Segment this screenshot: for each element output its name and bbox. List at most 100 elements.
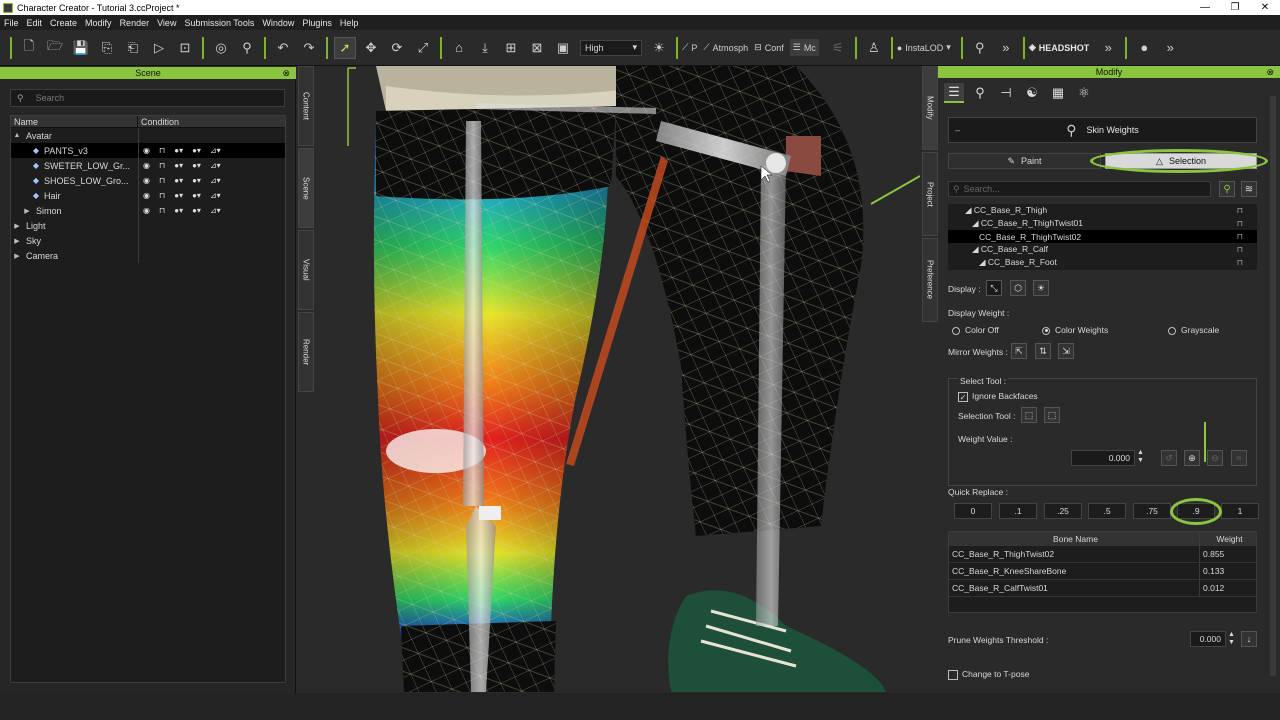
- prune-apply-icon[interactable]: ↓: [1241, 631, 1257, 647]
- shading-icon[interactable]: ●▾: [174, 191, 183, 200]
- scene-tree-row[interactable]: ◆ SWETER_LOW_Gr... ◉ ⊓ ●▾ ●▾ ⊿▾: [11, 158, 285, 173]
- move-icon[interactable]: ✥: [360, 37, 382, 59]
- scene-tree-row[interactable]: ◆ PANTS_v3 ◉ ⊓ ●▾ ●▾ ⊿▾: [11, 143, 285, 158]
- toolbar-p-button[interactable]: ⟋ P: [682, 42, 697, 53]
- physics-icon[interactable]: ⚛: [1074, 83, 1094, 103]
- mirror-left-icon[interactable]: ⇱: [1011, 343, 1027, 359]
- quick-replace-0[interactable]: 0: [954, 503, 992, 519]
- light-icon[interactable]: ●▾: [192, 206, 201, 215]
- menu-window[interactable]: Window: [258, 18, 298, 28]
- scene-tree-row[interactable]: ◆ Hair ◉ ⊓ ●▾ ●▾ ⊿▾: [11, 188, 285, 203]
- prune-threshold-input[interactable]: 0.000: [1190, 631, 1226, 647]
- close-icon[interactable]: ⊗: [1266, 67, 1274, 78]
- add-weight-icon[interactable]: ⊕: [1184, 450, 1200, 466]
- menu-plugins[interactable]: Plugins: [298, 18, 336, 28]
- scale-icon[interactable]: ⤢: [412, 37, 434, 59]
- close-button[interactable]: ✕: [1250, 2, 1280, 13]
- weight-value-stepper[interactable]: ▲ ▼: [1137, 449, 1144, 465]
- bone-name-column-header[interactable]: Bone Name: [949, 532, 1200, 546]
- menu-view[interactable]: View: [153, 18, 180, 28]
- lock-icon[interactable]: ⊓: [1237, 219, 1243, 228]
- rotate-icon[interactable]: ⟳: [386, 37, 408, 59]
- checker-icon[interactable]: ▦: [1048, 83, 1068, 103]
- weight-column-header[interactable]: Weight: [1200, 532, 1256, 546]
- display-mesh-icon[interactable]: ⬡: [1010, 280, 1026, 296]
- bone-tree-row[interactable]: ◢ CC_Base_R_Calf ⊓: [948, 243, 1257, 256]
- tab-modify[interactable]: Modify: [922, 66, 938, 150]
- scene-tree-row[interactable]: ▶ Simon ◉ ⊓ ●▾ ●▾ ⊿▾: [11, 203, 285, 218]
- weight-table-row[interactable]: CC_Base_R_KneeShareBone 0.133: [949, 563, 1256, 580]
- open-folder-icon[interactable]: 🗁: [44, 37, 66, 59]
- object-icon[interactable]: ◆: [31, 146, 41, 155]
- expand-arrow-icon[interactable]: ▲: [11, 132, 23, 139]
- tab-visual[interactable]: Visual: [298, 230, 314, 310]
- scene-search-input[interactable]: ⚲ Search: [10, 89, 285, 107]
- mirror-center-icon[interactable]: ⇅: [1035, 343, 1051, 359]
- bone-tree-row[interactable]: ◢ CC_Base_R_Thigh ⊓: [948, 204, 1257, 217]
- tab-render[interactable]: Render: [298, 312, 314, 392]
- tab-project[interactable]: Project: [922, 152, 938, 236]
- zoom-extent-icon[interactable]: ⊠: [526, 37, 548, 59]
- conf-button[interactable]: ⊟ Conf: [754, 42, 784, 53]
- character-icon[interactable]: ♙: [863, 37, 885, 59]
- lock-icon[interactable]: ⊓: [159, 176, 165, 185]
- shading-icon[interactable]: ●▾: [174, 176, 183, 185]
- scene-tree-row[interactable]: ◆ SHOES_LOW_Gro... ◉ ⊓ ●▾ ●▾ ⊿▾: [11, 173, 285, 188]
- light-icon[interactable]: ●▾: [192, 176, 201, 185]
- expand-arrow-icon[interactable]: ▶: [11, 237, 23, 245]
- shading-icon[interactable]: ●▾: [174, 146, 183, 155]
- mirror-right-icon[interactable]: ⇲: [1058, 343, 1074, 359]
- modify-toolbar-button[interactable]: ☰ Mc: [789, 39, 819, 56]
- expand-arrow-icon[interactable]: ▶: [11, 222, 23, 230]
- light-icon[interactable]: ●▾: [192, 161, 201, 170]
- scene-tree-row[interactable]: ▶ Light: [11, 218, 285, 233]
- menu-create[interactable]: Create: [46, 18, 81, 28]
- atmosphere-button[interactable]: ⟋ Atmosph: [703, 42, 748, 53]
- lock-icon[interactable]: ⊓: [1237, 258, 1243, 267]
- lock-icon[interactable]: ⊓: [159, 206, 165, 215]
- library-icon[interactable]: ◎: [210, 37, 232, 59]
- quick-replace-025[interactable]: .25: [1044, 503, 1082, 519]
- undo-icon[interactable]: ↶: [272, 37, 294, 59]
- edit-icon[interactable]: ⊿▾: [210, 206, 221, 215]
- quick-replace-075[interactable]: .75: [1133, 503, 1171, 519]
- select-arrow-icon[interactable]: ➚: [334, 36, 356, 59]
- scene-tree-row[interactable]: ▲ Avatar: [11, 128, 285, 143]
- quick-replace-05[interactable]: .5: [1088, 503, 1126, 519]
- 3d-viewport[interactable]: [316, 66, 920, 692]
- edit-icon[interactable]: ⊿▾: [210, 161, 221, 170]
- minimize-button[interactable]: —: [1190, 2, 1220, 13]
- bone-tree-row[interactable]: ◢ CC_Base_R_ThighTwist01 ⊓: [948, 217, 1257, 230]
- collapse-icon[interactable]: –: [955, 125, 960, 135]
- edit-icon[interactable]: ⊿▾: [210, 191, 221, 200]
- expand-arrow-icon[interactable]: ▶: [11, 252, 23, 260]
- drop-to-floor-icon[interactable]: ⤓: [474, 37, 496, 59]
- sun-icon[interactable]: ☀: [648, 37, 670, 59]
- transfer-icon[interactable]: ⚲: [969, 37, 991, 59]
- edit-icon[interactable]: ⊿▾: [210, 146, 221, 155]
- lasso-select-icon[interactable]: ⬚: [1044, 407, 1060, 423]
- bone-icon[interactable]: ⊣: [996, 83, 1016, 103]
- lock-icon[interactable]: ⊓: [159, 146, 165, 155]
- bone-search-input[interactable]: ⚲ Search...: [948, 181, 1211, 197]
- figure-icon[interactable]: ⚲: [236, 37, 258, 59]
- color-weights-radio[interactable]: Color Weights: [1042, 325, 1108, 335]
- shading-icon[interactable]: ●▾: [174, 161, 183, 170]
- grayscale-radio[interactable]: Grayscale: [1168, 325, 1219, 335]
- skin-weights-section-bar[interactable]: – ⚲ Skin Weights: [948, 117, 1257, 143]
- headshot-button[interactable]: ◈ HEADSHOT: [1029, 42, 1089, 53]
- scrollbar-thumb[interactable]: [1270, 96, 1276, 676]
- tab-scene[interactable]: Scene: [298, 148, 314, 228]
- lock-icon[interactable]: ⊓: [1237, 206, 1243, 215]
- bone-tree-row[interactable]: CC_Base_R_ThighTwist02 ⊓: [948, 230, 1257, 243]
- bone-tree-row[interactable]: ◢ CC_Base_R_Foot ⊓: [948, 256, 1257, 269]
- weight-table-row[interactable]: CC_Base_R_ThighTwist02 0.855: [949, 546, 1256, 563]
- more-icon[interactable]: »: [1097, 37, 1119, 59]
- eye-icon[interactable]: ◉: [143, 206, 150, 215]
- frame-icon[interactable]: ⊞: [500, 37, 522, 59]
- new-file-icon[interactable]: 🗋: [18, 37, 40, 59]
- eye-icon[interactable]: ◉: [143, 191, 150, 200]
- lock-icon[interactable]: ⊓: [1237, 232, 1243, 241]
- reset-weight-icon[interactable]: ↺: [1161, 450, 1177, 466]
- menu-help[interactable]: Help: [336, 18, 363, 28]
